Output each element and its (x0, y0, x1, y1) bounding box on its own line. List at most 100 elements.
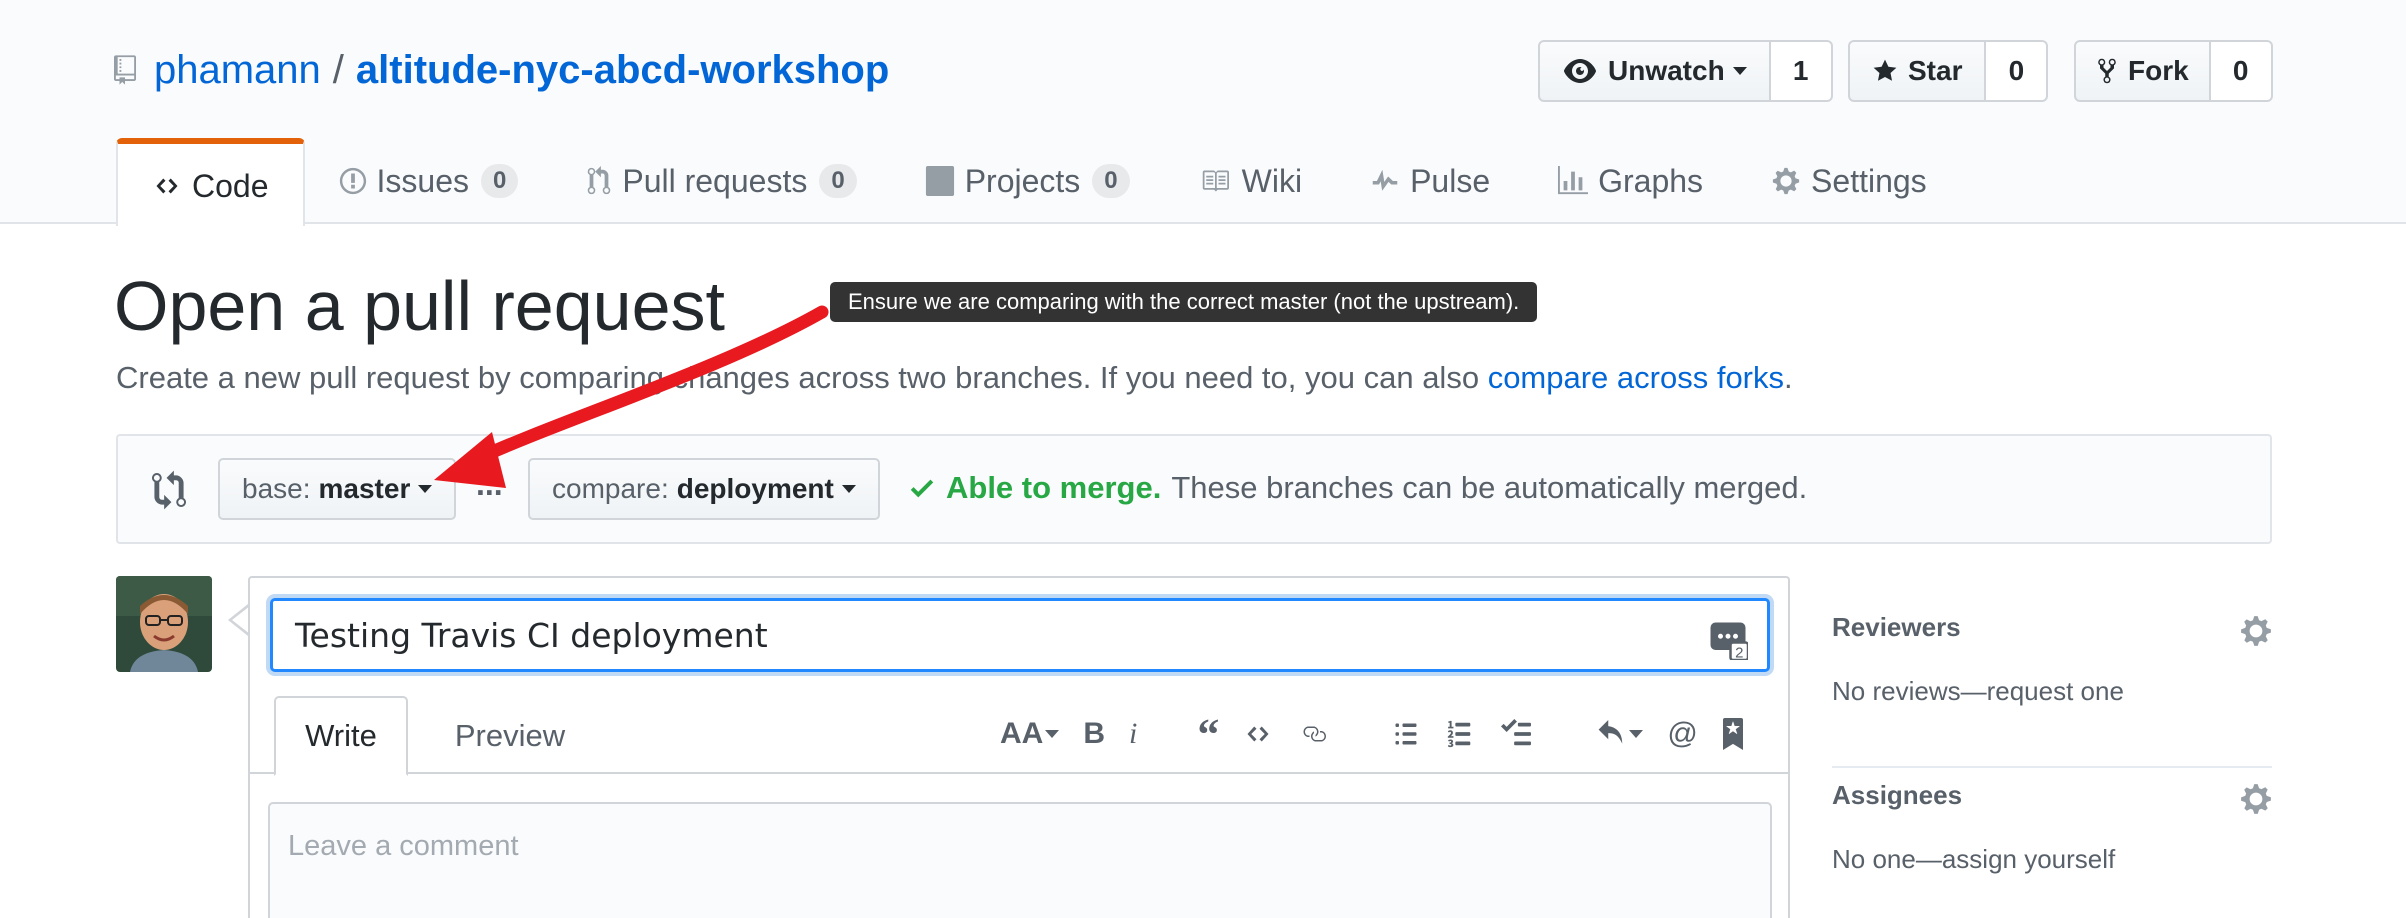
code-icon (156, 178, 178, 194)
issue-icon (339, 167, 366, 195)
star-icon (1873, 59, 1897, 81)
pull-request-form: Testing Travis CI deployment 2 Write Pre… (248, 576, 1790, 918)
tab-label: Graphs (1598, 162, 1704, 199)
reviewers-heading: Reviewers (1832, 612, 1961, 642)
tab-code[interactable]: Code (116, 138, 305, 226)
text-size-icon[interactable]: AA (1000, 717, 1060, 751)
fork-button[interactable]: Fork (2074, 40, 2211, 102)
reviewers-value[interactable]: No reviews—request one (1832, 676, 2124, 707)
unordered-list-icon[interactable] (1391, 720, 1421, 748)
tab-label: Projects (964, 162, 1081, 199)
merge-ok-label: Able to merge. (946, 470, 1162, 505)
tab-label: Wiki (1241, 162, 1303, 199)
tab-wiki[interactable]: Wiki (1164, 138, 1336, 224)
compare-icon (152, 470, 186, 510)
repo-nav: Code Issues 0 Pull requests 0 Projects 0… (116, 138, 1961, 226)
tab-graphs[interactable]: Graphs (1524, 138, 1737, 224)
gear-icon (1772, 167, 1800, 195)
star-label: Star (1908, 55, 1963, 86)
merge-status-text: These branches can be automatically merg… (1171, 470, 1808, 505)
tab-projects[interactable]: Projects 0 (891, 138, 1164, 224)
bold-icon[interactable]: B (1083, 717, 1105, 751)
markdown-toolbar: AA B i “ @ (1000, 704, 1768, 764)
tab-settings[interactable]: Settings (1737, 138, 1961, 224)
pull-requests-counter: 0 (819, 164, 857, 198)
watchers-count[interactable]: 1 (1770, 40, 1833, 102)
repo-separator: / (332, 47, 344, 92)
stargazers-count[interactable]: 0 (1986, 40, 2049, 102)
assignees-value[interactable]: No one—assign yourself (1832, 844, 2115, 875)
reviewers-section: Reviewers No reviews—request one (1832, 600, 2272, 768)
link-icon[interactable] (1297, 722, 1331, 746)
unwatch-button[interactable]: Unwatch (1538, 40, 1771, 102)
repo-icon (114, 53, 140, 87)
annotation-tooltip: Ensure we are comparing with the correct… (830, 282, 1538, 322)
gear-icon[interactable] (2240, 782, 2272, 816)
graph-icon (1558, 166, 1589, 195)
title-input[interactable]: Testing Travis CI deployment (270, 598, 1770, 672)
book-icon (1202, 170, 1229, 192)
tab-preview[interactable]: Preview (438, 696, 582, 776)
avatar-image (116, 576, 212, 672)
page-subtitle: Create a new pull request by comparing c… (116, 360, 1793, 396)
base-prefix: base: (242, 473, 311, 504)
bookmark-icon[interactable] (1722, 718, 1744, 750)
subtitle-end: . (1784, 360, 1793, 395)
page-title: Open a pull request (114, 267, 725, 345)
saved-replies-icon[interactable]: 2 (1708, 620, 1748, 660)
fork-group: Fork 0 (2074, 40, 2273, 102)
compare-prefix: compare: (552, 473, 669, 504)
quote-icon[interactable]: “ (1197, 709, 1219, 760)
subtitle-text: Create a new pull request by comparing c… (116, 360, 1488, 395)
assignees-heading: Assignees (1832, 780, 1963, 810)
eye-icon (1564, 59, 1596, 83)
compare-across-forks-link[interactable]: compare across forks (1488, 360, 1784, 395)
code-icon[interactable] (1243, 722, 1273, 746)
base-branch-name: master (318, 473, 411, 504)
chevron-down-icon (1732, 67, 1747, 75)
tab-write[interactable]: Write (274, 696, 408, 776)
italic-icon[interactable]: i (1129, 717, 1137, 751)
tab-label: Pull requests (622, 162, 808, 199)
range-dots: ... (476, 466, 503, 502)
chevron-down-icon (418, 485, 433, 493)
star-group: Star 0 (1848, 40, 2049, 102)
chevron-down-icon (841, 485, 856, 493)
pulse-icon (1372, 169, 1398, 191)
projects-counter: 0 (1092, 164, 1130, 198)
tab-label: Settings (1811, 162, 1927, 199)
pull-request-icon (588, 166, 611, 195)
forks-count[interactable]: 0 (2210, 40, 2273, 102)
title-input-value: Testing Travis CI deployment (295, 615, 768, 655)
gear-icon[interactable] (2240, 614, 2272, 648)
merge-status: Able to merge. These branches can be aut… (908, 470, 1807, 506)
issues-counter: 0 (480, 164, 519, 198)
task-list-icon[interactable] (1499, 719, 1533, 749)
discussion-sidebar: Reviewers No reviews—request one Assigne… (1832, 600, 2272, 918)
avatar[interactable] (116, 576, 212, 672)
repo-title: phamann / altitude-nyc-abcd-workshop (114, 44, 889, 96)
compare-branch-name: deployment (676, 473, 834, 504)
watch-group: Unwatch 1 (1538, 40, 1833, 102)
fork-label: Fork (2128, 55, 2189, 86)
tab-pull-requests[interactable]: Pull requests 0 (552, 138, 890, 224)
unwatch-label: Unwatch (1608, 55, 1725, 86)
repo-owner-link[interactable]: phamann (154, 48, 321, 93)
comment-textarea[interactable]: Leave a comment (268, 802, 1772, 918)
reply-icon[interactable] (1593, 720, 1644, 748)
repo-name-link[interactable]: altitude-nyc-abcd-workshop (356, 48, 889, 93)
tab-label: Pulse (1410, 162, 1491, 199)
tab-label: Issues (376, 162, 469, 199)
base-branch-select[interactable]: base: master (218, 458, 457, 520)
ordered-list-icon[interactable] (1445, 719, 1475, 749)
range-editor: base: master ... compare: deployment Abl… (116, 434, 2272, 544)
project-icon (925, 166, 954, 196)
assignees-section: Assignees No one—assign yourself (1832, 768, 2272, 918)
fork-icon (2098, 58, 2116, 84)
tab-pulse[interactable]: Pulse (1336, 138, 1524, 224)
tab-label: Code (192, 167, 269, 204)
compare-branch-select[interactable]: compare: deployment (528, 458, 880, 520)
tab-issues[interactable]: Issues 0 (305, 138, 553, 224)
star-button[interactable]: Star (1848, 40, 1987, 102)
mention-icon[interactable]: @ (1667, 717, 1697, 751)
